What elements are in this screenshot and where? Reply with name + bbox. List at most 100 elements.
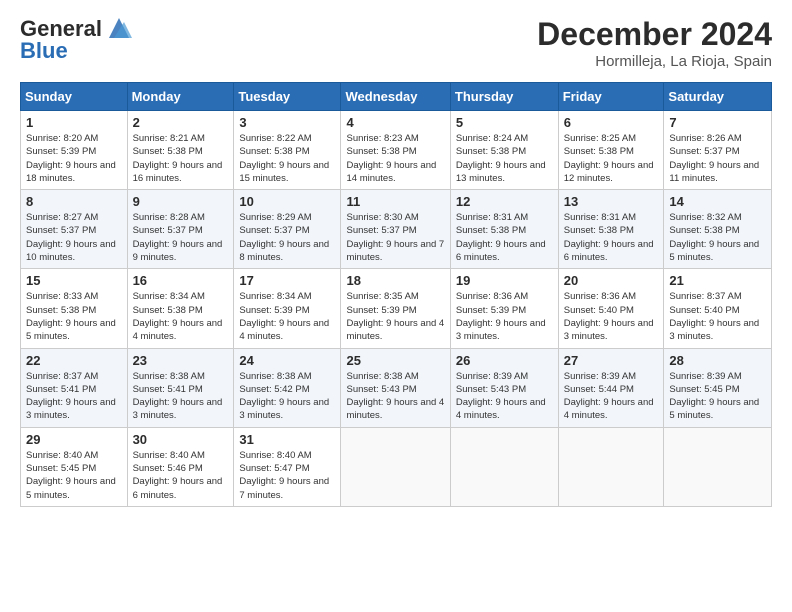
day-number: 11 xyxy=(346,194,444,209)
day-number: 17 xyxy=(239,273,335,288)
day-number: 15 xyxy=(26,273,122,288)
day-number: 22 xyxy=(26,353,122,368)
title-block: December 2024 Hormilleja, La Rioja, Spai… xyxy=(537,16,772,70)
day-info: Sunrise: 8:26 AMSunset: 5:37 PMDaylight:… xyxy=(669,132,766,185)
calendar-cell: 30 Sunrise: 8:40 AMSunset: 5:46 PMDayligh… xyxy=(127,427,234,506)
day-info: Sunrise: 8:20 AMSunset: 5:39 PMDaylight:… xyxy=(26,132,122,185)
calendar-cell xyxy=(450,427,558,506)
day-number: 31 xyxy=(239,432,335,447)
day-number: 23 xyxy=(133,353,229,368)
day-info: Sunrise: 8:36 AMSunset: 5:39 PMDaylight:… xyxy=(456,290,553,343)
day-info: Sunrise: 8:37 AMSunset: 5:40 PMDaylight:… xyxy=(669,290,766,343)
logo-icon xyxy=(104,14,134,42)
day-info: Sunrise: 8:34 AMSunset: 5:39 PMDaylight:… xyxy=(239,290,335,343)
day-info: Sunrise: 8:40 AMSunset: 5:45 PMDaylight:… xyxy=(26,449,122,502)
day-number: 29 xyxy=(26,432,122,447)
week-row-1: 1 Sunrise: 8:20 AMSunset: 5:39 PMDaylight… xyxy=(21,111,772,190)
calendar-cell: 29 Sunrise: 8:40 AMSunset: 5:45 PMDayligh… xyxy=(21,427,128,506)
day-number: 1 xyxy=(26,115,122,130)
calendar-cell: 3Sunrise: 8:22 AMSunset: 5:38 PMDaylight… xyxy=(234,111,341,190)
calendar-cell: 8 Sunrise: 8:27 AMSunset: 5:37 PMDaylight… xyxy=(21,190,128,269)
day-number: 2 xyxy=(133,115,229,130)
calendar-cell: 2Sunrise: 8:21 AMSunset: 5:38 PMDaylight… xyxy=(127,111,234,190)
day-info: Sunrise: 8:38 AMSunset: 5:42 PMDaylight:… xyxy=(239,370,335,423)
day-number: 9 xyxy=(133,194,229,209)
weekday-header-row: SundayMondayTuesdayWednesdayThursdayFrid… xyxy=(21,83,772,111)
location-title: Hormilleja, La Rioja, Spain xyxy=(537,53,772,70)
calendar-table: SundayMondayTuesdayWednesdayThursdayFrid… xyxy=(20,82,772,507)
calendar-cell: 16Sunrise: 8:34 AMSunset: 5:38 PMDayligh… xyxy=(127,269,234,348)
day-number: 8 xyxy=(26,194,122,209)
day-info: Sunrise: 8:25 AMSunset: 5:38 PMDaylight:… xyxy=(564,132,659,185)
page: General Blue December 2024 Hormilleja, L… xyxy=(0,0,792,612)
calendar-cell: 24 Sunrise: 8:38 AMSunset: 5:42 PMDayligh… xyxy=(234,348,341,427)
calendar-cell: 20 Sunrise: 8:36 AMSunset: 5:40 PMDayligh… xyxy=(558,269,664,348)
day-info: Sunrise: 8:28 AMSunset: 5:37 PMDaylight:… xyxy=(133,211,229,264)
calendar-cell: 18Sunrise: 8:35 AMSunset: 5:39 PMDayligh… xyxy=(341,269,450,348)
day-info: Sunrise: 8:39 AMSunset: 5:44 PMDaylight:… xyxy=(564,370,659,423)
day-number: 24 xyxy=(239,353,335,368)
day-number: 6 xyxy=(564,115,659,130)
day-info: Sunrise: 8:32 AMSunset: 5:38 PMDaylight:… xyxy=(669,211,766,264)
calendar-cell: 26Sunrise: 8:39 AMSunset: 5:43 PMDayligh… xyxy=(450,348,558,427)
day-number: 27 xyxy=(564,353,659,368)
calendar-cell: 21 Sunrise: 8:37 AMSunset: 5:40 PMDayligh… xyxy=(664,269,772,348)
calendar-cell: 15 Sunrise: 8:33 AMSunset: 5:38 PMDayligh… xyxy=(21,269,128,348)
day-info: Sunrise: 8:29 AMSunset: 5:37 PMDaylight:… xyxy=(239,211,335,264)
calendar-cell: 17 Sunrise: 8:34 AMSunset: 5:39 PMDayligh… xyxy=(234,269,341,348)
day-number: 21 xyxy=(669,273,766,288)
day-info: Sunrise: 8:30 AMSunset: 5:37 PMDaylight:… xyxy=(346,211,444,264)
day-info: Sunrise: 8:33 AMSunset: 5:38 PMDaylight:… xyxy=(26,290,122,343)
day-number: 19 xyxy=(456,273,553,288)
calendar-cell: 7Sunrise: 8:26 AMSunset: 5:37 PMDaylight… xyxy=(664,111,772,190)
calendar-cell: 28Sunrise: 8:39 AMSunset: 5:45 PMDayligh… xyxy=(664,348,772,427)
weekday-header-wednesday: Wednesday xyxy=(341,83,450,111)
day-number: 12 xyxy=(456,194,553,209)
calendar-cell: 5Sunrise: 8:24 AMSunset: 5:38 PMDaylight… xyxy=(450,111,558,190)
weekday-header-thursday: Thursday xyxy=(450,83,558,111)
weekday-header-sunday: Sunday xyxy=(21,83,128,111)
day-info: Sunrise: 8:36 AMSunset: 5:40 PMDaylight:… xyxy=(564,290,659,343)
day-number: 4 xyxy=(346,115,444,130)
calendar-cell: 27 Sunrise: 8:39 AMSunset: 5:44 PMDayligh… xyxy=(558,348,664,427)
calendar-cell xyxy=(664,427,772,506)
calendar-cell: 25 Sunrise: 8:38 AMSunset: 5:43 PMDayligh… xyxy=(341,348,450,427)
calendar-cell: 12 Sunrise: 8:31 AMSunset: 5:38 PMDayligh… xyxy=(450,190,558,269)
week-row-2: 8 Sunrise: 8:27 AMSunset: 5:37 PMDaylight… xyxy=(21,190,772,269)
day-number: 13 xyxy=(564,194,659,209)
weekday-header-monday: Monday xyxy=(127,83,234,111)
calendar-cell: 23 Sunrise: 8:38 AMSunset: 5:41 PMDayligh… xyxy=(127,348,234,427)
day-info: Sunrise: 8:31 AMSunset: 5:38 PMDaylight:… xyxy=(456,211,553,264)
day-info: Sunrise: 8:35 AMSunset: 5:39 PMDaylight:… xyxy=(346,290,444,343)
day-info: Sunrise: 8:27 AMSunset: 5:37 PMDaylight:… xyxy=(26,211,122,264)
weekday-header-friday: Friday xyxy=(558,83,664,111)
day-info: Sunrise: 8:37 AMSunset: 5:41 PMDaylight:… xyxy=(26,370,122,423)
day-info: Sunrise: 8:40 AMSunset: 5:46 PMDaylight:… xyxy=(133,449,229,502)
day-info: Sunrise: 8:40 AMSunset: 5:47 PMDaylight:… xyxy=(239,449,335,502)
week-row-3: 15 Sunrise: 8:33 AMSunset: 5:38 PMDayligh… xyxy=(21,269,772,348)
day-info: Sunrise: 8:38 AMSunset: 5:41 PMDaylight:… xyxy=(133,370,229,423)
calendar-cell: 19 Sunrise: 8:36 AMSunset: 5:39 PMDayligh… xyxy=(450,269,558,348)
day-info: Sunrise: 8:24 AMSunset: 5:38 PMDaylight:… xyxy=(456,132,553,185)
day-number: 16 xyxy=(133,273,229,288)
day-info: Sunrise: 8:23 AMSunset: 5:38 PMDaylight:… xyxy=(346,132,444,185)
calendar-cell: 31 Sunrise: 8:40 AMSunset: 5:47 PMDayligh… xyxy=(234,427,341,506)
day-number: 20 xyxy=(564,273,659,288)
logo: General Blue xyxy=(20,16,134,64)
calendar-cell xyxy=(341,427,450,506)
calendar-cell xyxy=(558,427,664,506)
day-number: 14 xyxy=(669,194,766,209)
header: General Blue December 2024 Hormilleja, L… xyxy=(20,16,772,70)
day-number: 25 xyxy=(346,353,444,368)
day-info: Sunrise: 8:38 AMSunset: 5:43 PMDaylight:… xyxy=(346,370,444,423)
calendar-cell: 14 Sunrise: 8:32 AMSunset: 5:38 PMDayligh… xyxy=(664,190,772,269)
day-number: 30 xyxy=(133,432,229,447)
day-number: 3 xyxy=(239,115,335,130)
day-number: 10 xyxy=(239,194,335,209)
day-number: 28 xyxy=(669,353,766,368)
day-info: Sunrise: 8:31 AMSunset: 5:38 PMDaylight:… xyxy=(564,211,659,264)
calendar-cell: 1 Sunrise: 8:20 AMSunset: 5:39 PMDaylight… xyxy=(21,111,128,190)
weekday-header-tuesday: Tuesday xyxy=(234,83,341,111)
month-title: December 2024 xyxy=(537,16,772,53)
day-number: 26 xyxy=(456,353,553,368)
